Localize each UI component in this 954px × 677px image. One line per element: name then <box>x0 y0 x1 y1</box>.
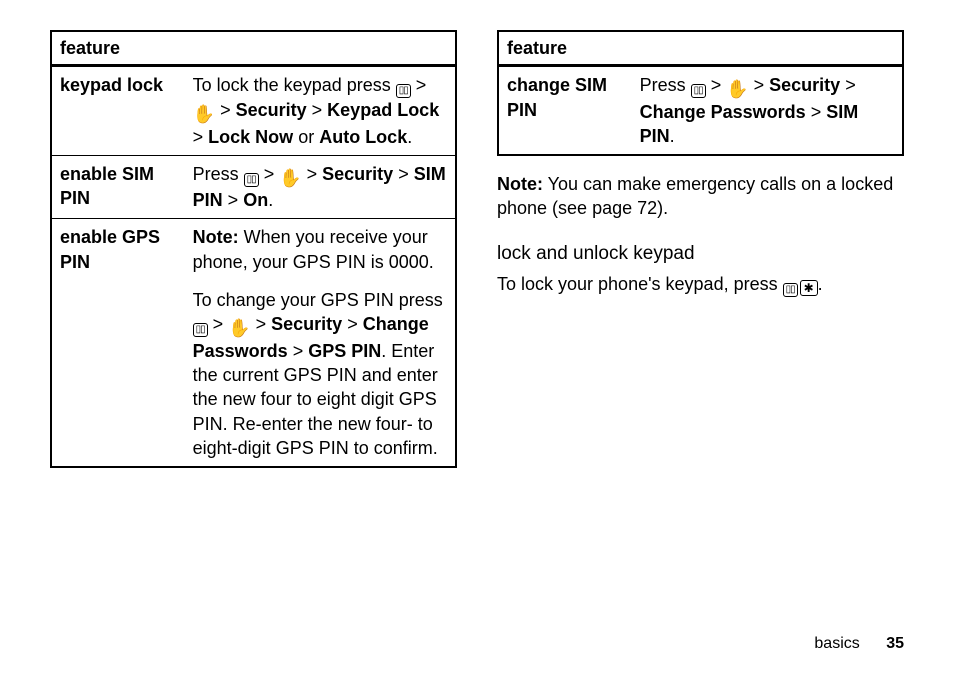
separator: > <box>193 127 209 147</box>
text: . <box>407 127 412 147</box>
text: Press <box>640 75 691 95</box>
menu-icon: ▯▯ <box>783 283 798 297</box>
menu-path-security: Security <box>769 75 840 95</box>
settings-hand-icon: ✋ <box>228 316 250 340</box>
separator: > <box>256 314 272 334</box>
feature-name: keypad lock <box>51 66 185 156</box>
separator: > <box>312 100 328 120</box>
settings-hand-icon: ✋ <box>726 77 748 101</box>
menu-path-security: Security <box>322 164 393 184</box>
page-number: 35 <box>886 635 904 652</box>
table-row: enable SIM PIN Press ▯▯ > ✋ > Security >… <box>51 155 456 219</box>
separator: > <box>845 75 856 95</box>
settings-hand-icon: ✋ <box>193 102 215 126</box>
left-table-header: feature <box>51 31 456 66</box>
text: . <box>268 190 273 210</box>
separator: > <box>264 164 280 184</box>
separator: > <box>213 314 229 334</box>
right-column: feature change SIM PIN Press ▯▯ > ✋ > Se… <box>497 30 904 468</box>
note-label: Note: <box>497 174 543 194</box>
menu-path-keypad-lock: Keypad Lock <box>327 100 439 120</box>
left-feature-table: feature keypad lock To lock the keypad p… <box>50 30 457 468</box>
settings-hand-icon: ✋ <box>279 166 301 190</box>
menu-path-gps-pin: GPS PIN <box>308 341 381 361</box>
menu-icon: ▯▯ <box>193 323 208 337</box>
section-name: basics <box>814 635 859 652</box>
separator: > <box>347 314 363 334</box>
separator: > <box>398 164 414 184</box>
separator: > <box>711 75 727 95</box>
menu-path-change-passwords: Change Passwords <box>640 102 806 122</box>
right-table-header: feature <box>498 31 903 66</box>
menu-path-auto-lock: Auto Lock <box>319 127 407 147</box>
feature-name: change SIM PIN <box>498 66 632 155</box>
note-text: You can make emergency calls on a locked… <box>497 174 893 218</box>
table-row: change SIM PIN Press ▯▯ > ✋ > Security >… <box>498 66 903 155</box>
menu-icon: ▯▯ <box>691 84 706 98</box>
right-feature-table: feature change SIM PIN Press ▯▯ > ✋ > Se… <box>497 30 904 156</box>
feature-name: enable SIM PIN <box>51 155 185 219</box>
subheading-lock-keypad: lock and unlock keypad <box>497 241 904 267</box>
separator: > <box>416 75 427 95</box>
separator: > <box>754 75 770 95</box>
text: or <box>298 127 319 147</box>
page-columns: feature keypad lock To lock the keypad p… <box>0 0 954 468</box>
lock-keypad-paragraph: To lock your phone's keypad, press ▯▯✱. <box>497 272 904 297</box>
menu-path-security: Security <box>236 100 307 120</box>
feature-desc: Note: When you receive your phone, your … <box>185 219 456 467</box>
text: Press <box>193 164 244 184</box>
text: . <box>818 274 823 294</box>
text: To change your GPS PIN press <box>193 290 443 310</box>
menu-path-security: Security <box>271 314 342 334</box>
feature-desc: To lock the keypad press ▯▯ > ✋ > Securi… <box>185 66 456 156</box>
gps-change-paragraph: To change your GPS PIN press ▯▯ > ✋ > Se… <box>193 288 447 460</box>
separator: > <box>293 341 309 361</box>
separator: > <box>220 100 236 120</box>
text: To lock the keypad press <box>193 75 396 95</box>
note-paragraph: Note: When you receive your phone, your … <box>193 225 447 274</box>
text: To lock your phone's keypad, press <box>497 274 783 294</box>
menu-icon: ▯▯ <box>244 173 259 187</box>
menu-path-lock-now: Lock Now <box>208 127 293 147</box>
page-footer: basics 35 <box>814 633 904 655</box>
note-label: Note: <box>193 227 239 247</box>
table-row: enable GPS PIN Note: When you receive yo… <box>51 219 456 467</box>
table-row: keypad lock To lock the keypad press ▯▯ … <box>51 66 456 156</box>
separator: > <box>307 164 323 184</box>
separator: > <box>811 102 827 122</box>
left-column: feature keypad lock To lock the keypad p… <box>50 30 457 468</box>
separator: > <box>228 190 244 210</box>
menu-icon: ▯▯ <box>396 84 411 98</box>
text: . <box>670 126 675 146</box>
feature-name: enable GPS PIN <box>51 219 185 467</box>
star-key-icon: ✱ <box>800 280 818 296</box>
feature-desc: Press ▯▯ > ✋ > Security > Change Passwor… <box>632 66 903 155</box>
right-note: Note: You can make emergency calls on a … <box>497 172 904 221</box>
menu-path-on: On <box>243 190 268 210</box>
feature-desc: Press ▯▯ > ✋ > Security > SIM PIN > On. <box>185 155 456 219</box>
